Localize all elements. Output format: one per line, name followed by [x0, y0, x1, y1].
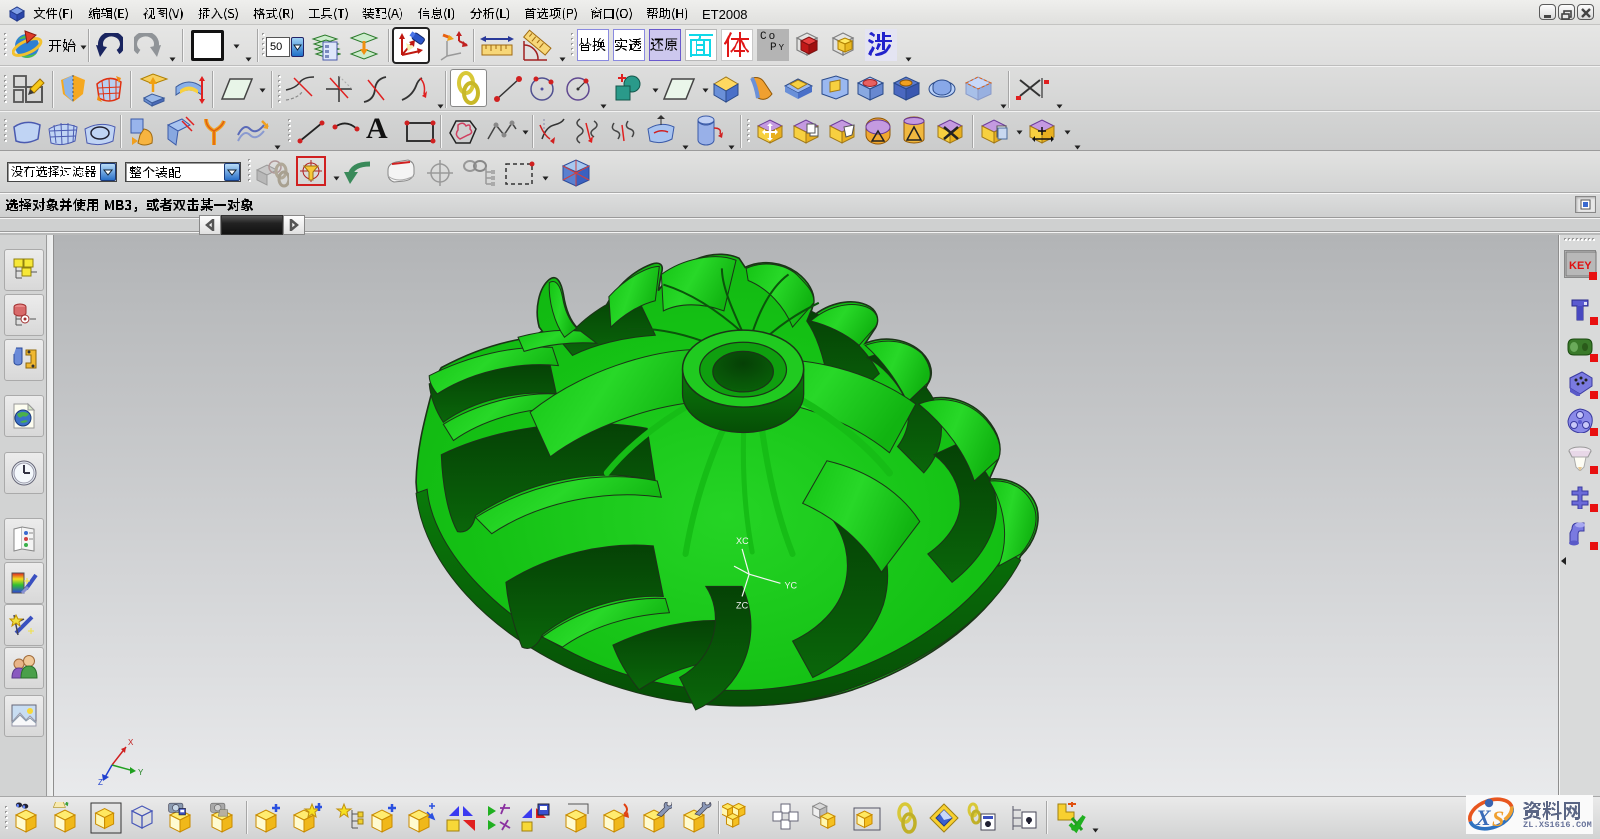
svg-text:YC: YC [784, 580, 797, 590]
svg-text:X: X [128, 738, 134, 747]
svg-text:KEY: KEY [1569, 260, 1592, 272]
svg-text:XC: XC [736, 536, 749, 546]
svg-text:Y: Y [138, 768, 144, 777]
svg-text:ZC: ZC [736, 601, 749, 611]
svg-text:X: X [1475, 805, 1492, 830]
svg-text:S: S [1492, 806, 1504, 831]
svg-text:Z: Z [98, 778, 103, 785]
